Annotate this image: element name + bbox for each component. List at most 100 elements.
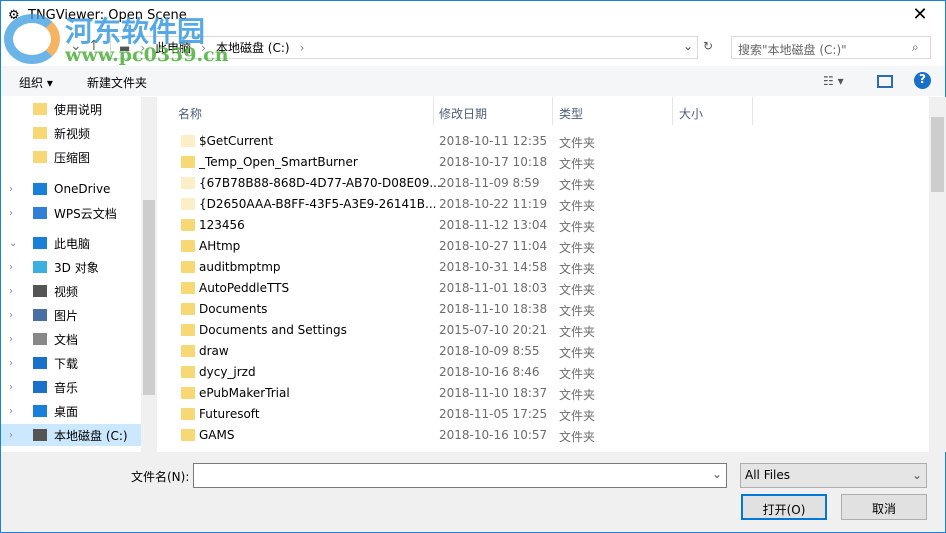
sidebar-item[interactable]: › OneDrive: [1, 178, 141, 200]
organize-menu[interactable]: 组织 ▾: [19, 74, 53, 91]
expand-icon[interactable]: ›: [9, 334, 13, 345]
address-dropdown-icon[interactable]: ⌄: [683, 39, 693, 53]
sidebar-item[interactable]: › 文档: [1, 328, 141, 350]
file-date: 2015-07-10 20:21: [439, 323, 548, 337]
file-row[interactable]: _Temp_Open_SmartBurner 2018-10-17 10:18 文件…: [173, 152, 913, 173]
file-row[interactable]: Futuresoft 2018-11-05 17:25 文件夹: [173, 404, 913, 425]
location-icon: [33, 207, 47, 219]
file-name: 123456: [199, 218, 245, 232]
column-divider[interactable]: [552, 97, 553, 125]
column-type[interactable]: 类型: [559, 105, 583, 122]
file-row[interactable]: draw 2018-10-09 8:55 文件夹: [173, 341, 913, 362]
search-input[interactable]: 搜索"本地磁盘 (C:)": [731, 36, 931, 59]
sidebar-scroll-thumb[interactable]: [143, 200, 155, 395]
sidebar-item[interactable]: › 音乐: [1, 376, 141, 398]
file-date: 2018-11-10 18:38: [439, 302, 548, 316]
file-name: dycy_jrzd: [199, 365, 256, 379]
column-divider[interactable]: [752, 97, 753, 125]
folder-icon: [181, 177, 195, 189]
expand-icon[interactable]: ›: [9, 358, 13, 369]
file-type: 文件夹: [559, 262, 596, 276]
file-name: draw: [199, 344, 229, 358]
sidebar-item[interactable]: › 本地磁盘 (C:): [1, 424, 141, 446]
sidebar-item[interactable]: › WPS云文档: [1, 202, 141, 224]
file-date: 2018-11-12 13:04: [439, 218, 548, 232]
location-icon: [33, 183, 47, 195]
folder-icon: [181, 387, 195, 399]
column-size[interactable]: 大小: [679, 105, 703, 122]
file-row[interactable]: 123456 2018-11-12 13:04 文件夹: [173, 215, 913, 236]
sidebar-item[interactable]: › 桌面: [1, 400, 141, 422]
sidebar-item-label: 下载: [54, 356, 79, 371]
sidebar-item[interactable]: 新视频: [1, 122, 141, 144]
file-list-scroll-thumb[interactable]: [931, 117, 944, 192]
file-row[interactable]: $GetCurrent 2018-10-11 12:35 文件夹: [173, 131, 913, 152]
file-type-select[interactable]: All Files ⌄: [740, 463, 927, 488]
file-name: {67B78B88-868D-4D77-AB70-D08E09...: [199, 176, 441, 190]
watermark-logo: [4, 14, 60, 64]
file-date: 2018-10-09 8:55: [439, 344, 540, 358]
navigation-pane: 使用说明 新视频 压缩图 › OneDrive › WPS云文档 ⌄ 此电脑 › 3D 对象 › 视频 ›…: [1, 97, 157, 452]
filename-label: 文件名(N):: [131, 470, 190, 484]
expand-icon[interactable]: ›: [9, 184, 13, 195]
sidebar-item[interactable]: 压缩图: [1, 146, 141, 168]
folder-icon: [181, 135, 195, 147]
sidebar-item[interactable]: › 视频: [1, 280, 141, 302]
view-options-icon[interactable]: ☷ ▾: [823, 74, 844, 88]
expand-icon[interactable]: ›: [9, 406, 13, 417]
sidebar-item-label: OneDrive: [54, 182, 111, 196]
file-row[interactable]: Documents and Settings 2015-07-10 20:21 文件…: [173, 320, 913, 341]
sidebar-item[interactable]: › 图片: [1, 304, 141, 326]
file-row[interactable]: ePubMakerTrial 2018-11-10 18:37 文件夹: [173, 383, 913, 404]
file-type: 文件夹: [559, 346, 596, 360]
column-divider[interactable]: [433, 97, 434, 125]
folder-icon: [181, 156, 195, 168]
file-row[interactable]: Documents 2018-11-10 18:38 文件夹: [173, 299, 913, 320]
file-row[interactable]: auditbmptmp 2018-10-31 14:58 文件夹: [173, 257, 913, 278]
expand-icon[interactable]: ›: [9, 208, 13, 219]
expand-icon[interactable]: ⌄: [9, 238, 17, 249]
filename-input[interactable]: [193, 463, 727, 488]
filename-dropdown-icon[interactable]: ⌄: [712, 467, 722, 481]
close-button[interactable]: ✕: [905, 4, 935, 28]
file-type: 文件夹: [559, 241, 596, 255]
sidebar-item-label: 视频: [54, 284, 79, 299]
file-name: _Temp_Open_SmartBurner: [199, 155, 358, 169]
preview-pane-icon[interactable]: [877, 75, 893, 88]
file-date: 2018-10-31 14:58: [439, 260, 548, 274]
file-row[interactable]: {D2650AAA-B8FF-43F5-A3E9-26141B... 2018-1…: [173, 194, 913, 215]
sidebar-item-label: 压缩图: [54, 150, 91, 165]
new-folder-button[interactable]: 新建文件夹: [87, 74, 147, 91]
expand-icon[interactable]: ›: [9, 430, 13, 441]
file-name: $GetCurrent: [199, 134, 274, 148]
folder-icon: [181, 261, 195, 273]
column-divider[interactable]: [672, 97, 673, 125]
sidebar-item-label: 本地磁盘 (C:): [54, 428, 128, 443]
file-row[interactable]: dycy_jrzd 2018-10-16 8:46 文件夹: [173, 362, 913, 383]
file-date: 2018-10-16 10:57: [439, 428, 548, 442]
file-name: GAMS: [199, 428, 235, 442]
toolbar: 组织 ▾ 新建文件夹 ☷ ▾ ?: [1, 66, 945, 96]
sidebar-item[interactable]: ⌄ 此电脑: [1, 232, 141, 254]
expand-icon[interactable]: ›: [9, 286, 13, 297]
cancel-button[interactable]: 取消: [841, 494, 927, 520]
sidebar-item[interactable]: › 3D 对象: [1, 256, 141, 278]
refresh-button[interactable]: ↻: [703, 39, 713, 53]
file-type: 文件夹: [559, 220, 596, 234]
file-row[interactable]: AutoPeddleTTS 2018-11-01 18:03 文件夹: [173, 278, 913, 299]
column-date[interactable]: 修改日期: [439, 105, 487, 122]
help-icon[interactable]: ?: [914, 72, 931, 89]
folder-icon: [33, 151, 47, 163]
file-row[interactable]: AHtmp 2018-10-27 11:04 文件夹: [173, 236, 913, 257]
column-name[interactable]: 名称: [178, 105, 202, 122]
expand-icon[interactable]: ›: [9, 310, 13, 321]
file-row[interactable]: GAMS 2018-10-16 10:57 文件夹: [173, 425, 913, 446]
file-name: ePubMakerTrial: [199, 386, 290, 400]
sidebar-item[interactable]: 使用说明: [1, 98, 141, 120]
expand-icon[interactable]: ›: [9, 382, 13, 393]
open-button[interactable]: 打开(O): [741, 494, 827, 520]
expand-icon[interactable]: ›: [9, 262, 13, 273]
file-row[interactable]: {67B78B88-868D-4D77-AB70-D08E09... 2018-1…: [173, 173, 913, 194]
sidebar-item[interactable]: › 下载: [1, 352, 141, 374]
file-type: 文件夹: [559, 325, 596, 339]
